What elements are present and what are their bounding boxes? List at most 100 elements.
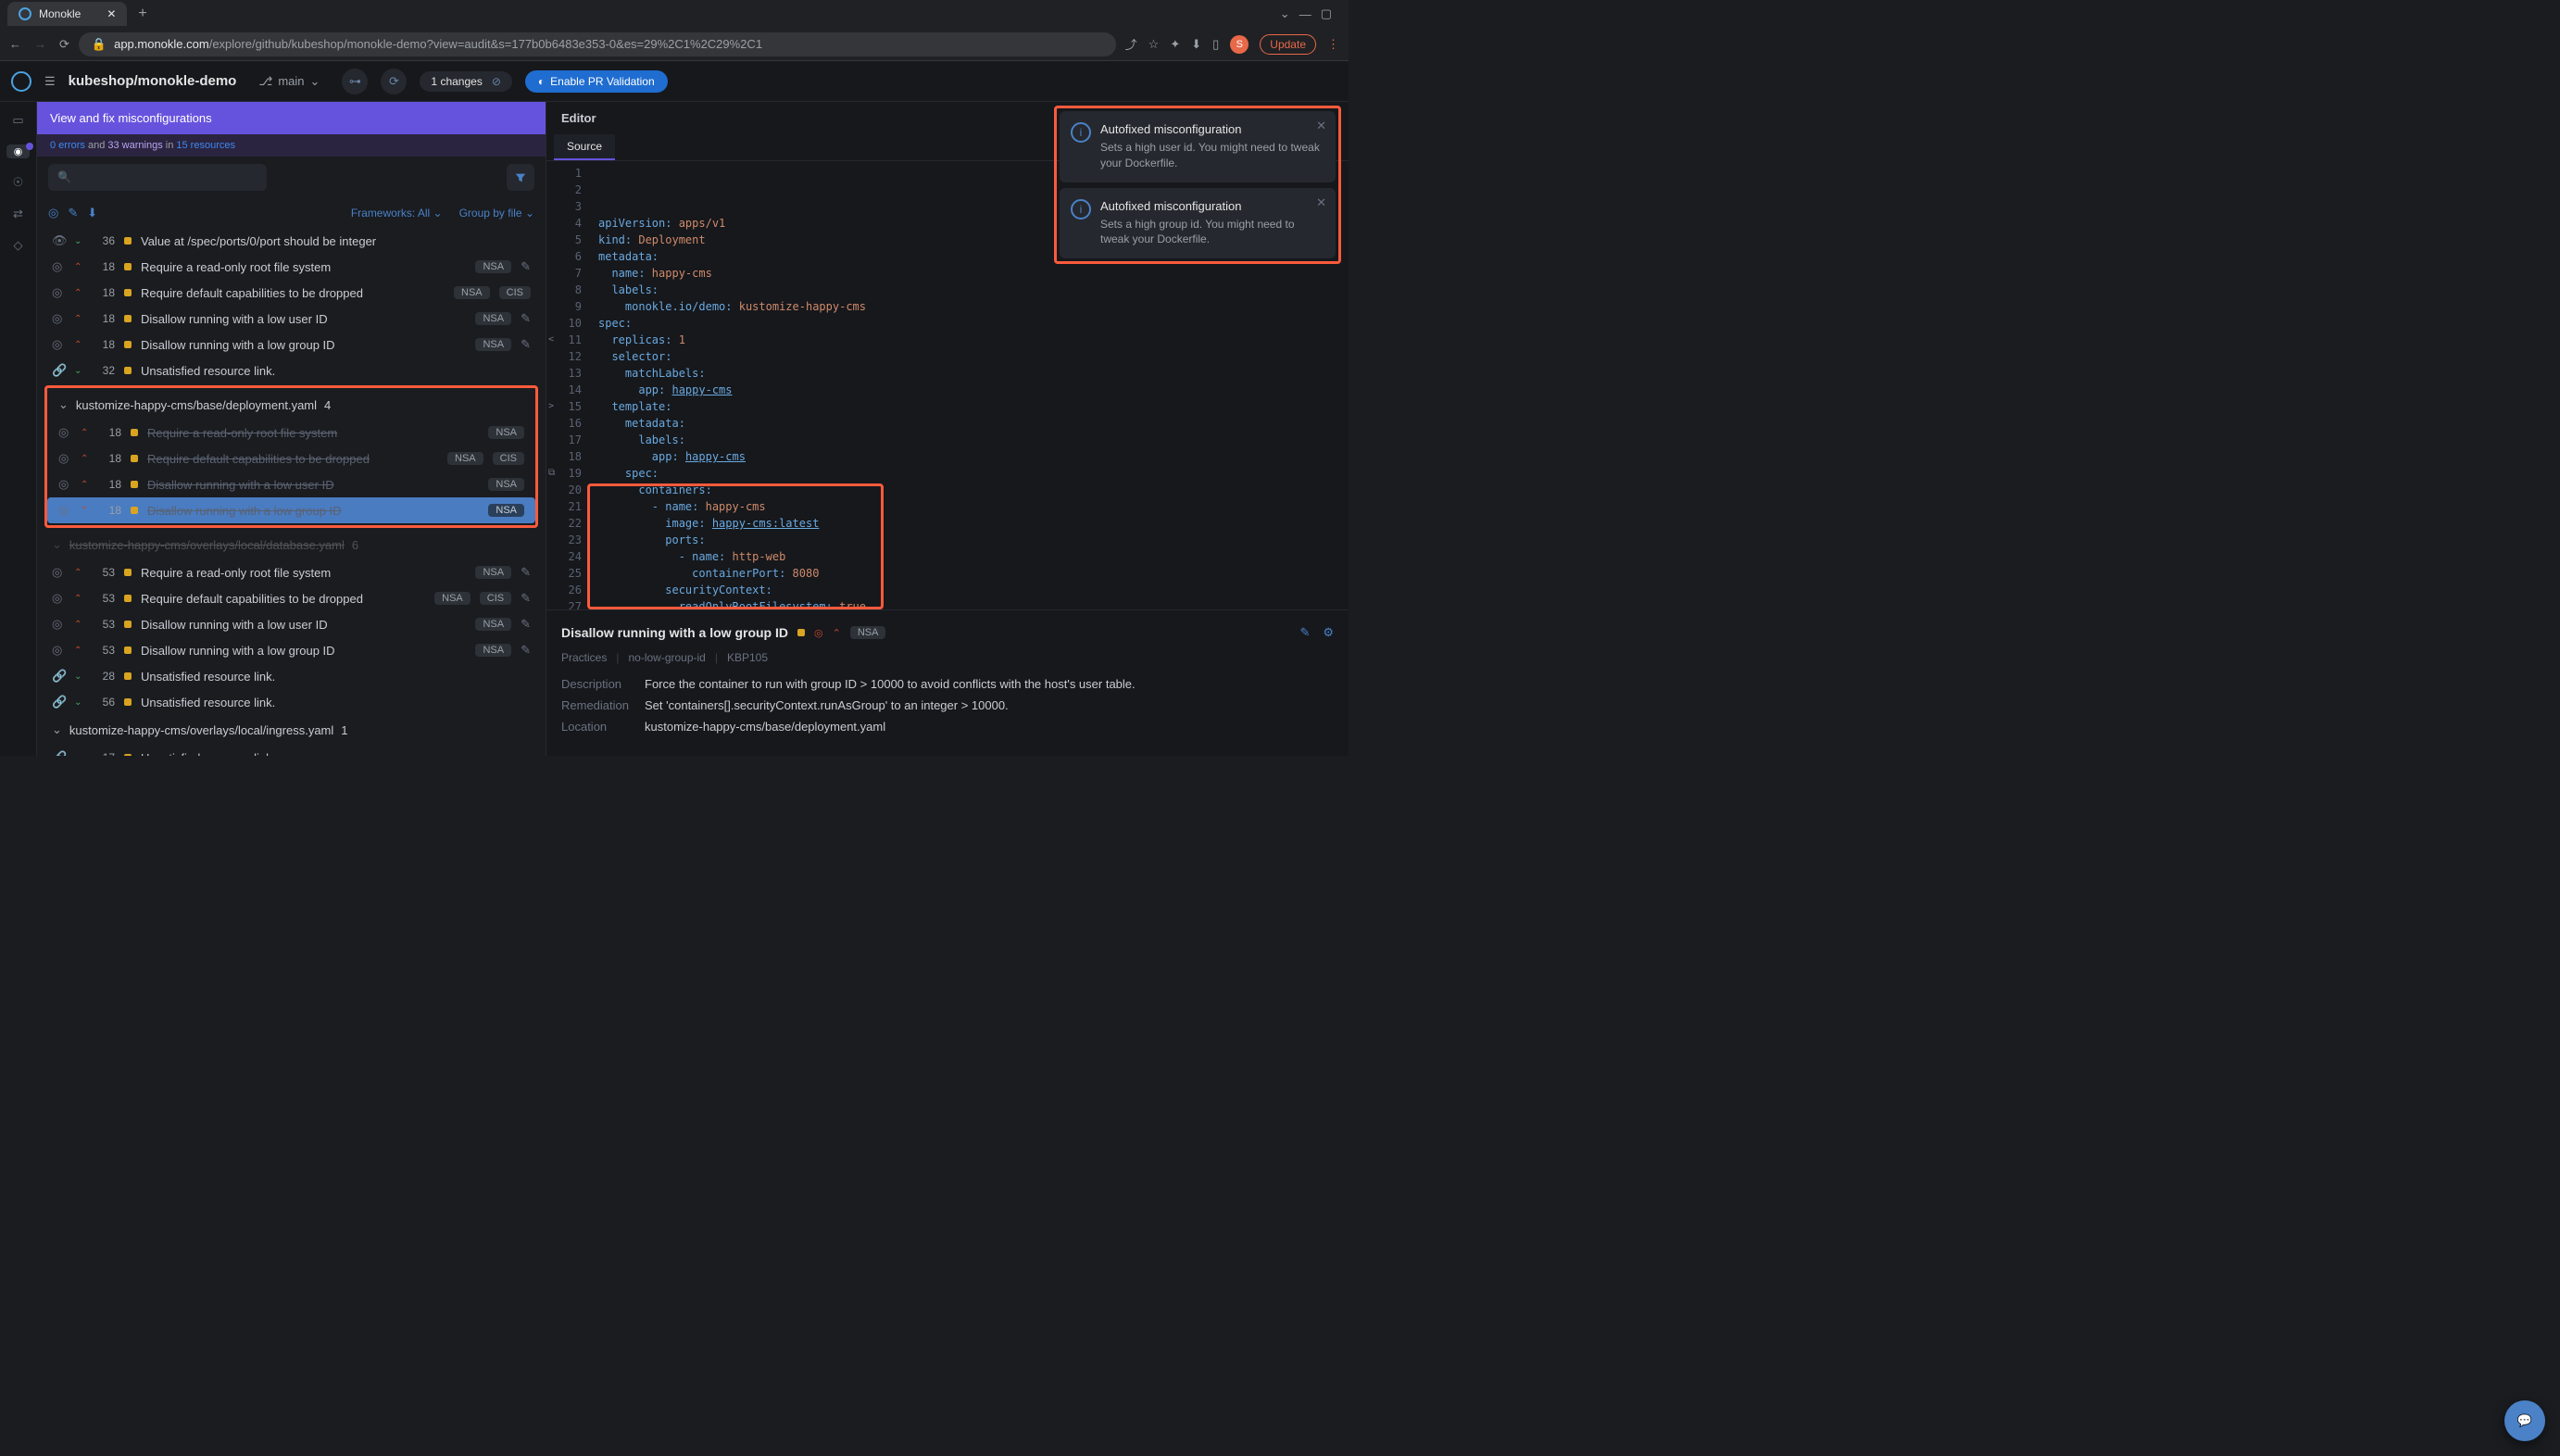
chevron-icon: ⌃ (74, 646, 83, 656)
frameworks-dropdown[interactable]: Frameworks: All ⌄ (351, 207, 443, 220)
panel-icon[interactable]: ▯ (1212, 37, 1219, 52)
autofix-icon[interactable]: ✎ (521, 591, 531, 606)
browser-tab[interactable]: Monokle ✕ (7, 2, 127, 26)
audit-icon[interactable]: ◉ (6, 144, 31, 158)
back-icon[interactable]: ← (9, 37, 21, 52)
violation-row[interactable]: ◎ ⌃ 18 Require a read-only root file sys… (41, 254, 542, 280)
warning-count: 33 warnings (107, 140, 162, 151)
framework-badge: NSA (475, 260, 511, 273)
violation-row[interactable]: ◎ ⌃ 18 Require default capabilities to b… (47, 446, 535, 471)
toast-container: i Autofixed misconfiguration Sets a high… (1054, 106, 1341, 264)
breadcrumb-item[interactable]: no-low-group-id (628, 651, 705, 664)
violation-row[interactable]: 🔗 ⌄ 56 Unsatisfied resource link. (41, 689, 542, 715)
compare-icon[interactable]: ⇄ (13, 207, 23, 221)
chevron-icon: ⌃ (81, 480, 90, 490)
group-header[interactable]: ⌄ kustomize-happy-cms/overlays/local/ing… (41, 715, 542, 745)
profile-avatar[interactable]: S (1230, 35, 1249, 54)
close-icon[interactable]: ✕ (1316, 119, 1326, 133)
app-logo[interactable] (11, 71, 31, 92)
autofix-icon[interactable]: ✎ (521, 337, 531, 352)
violation-row[interactable]: ◎ ⌃ 53 Disallow running with a low group… (41, 637, 542, 663)
severity-dot (124, 595, 132, 602)
autofix-icon[interactable]: ✎ (521, 643, 531, 658)
search-input[interactable] (48, 164, 267, 191)
framework-badge: NSA (488, 504, 524, 517)
gear-icon[interactable]: ⚙ (1323, 625, 1334, 640)
info-icon: i (1071, 122, 1091, 143)
maximize-window-icon[interactable]: ▢ (1321, 6, 1332, 21)
wand-icon[interactable]: ✎ (68, 206, 78, 220)
branch-selector[interactable]: ⎇ main ⌄ (249, 70, 329, 93)
changes-indicator[interactable]: 1 changes ⊘ (420, 71, 511, 92)
branch-label: main (278, 74, 304, 88)
download-icon[interactable]: ⬇ (1191, 37, 1201, 52)
breadcrumb-item[interactable]: Practices (561, 651, 607, 664)
extensions-icon[interactable]: ✦ (1170, 37, 1180, 52)
violation-row[interactable]: ◎ ⌃ 18 Require a read-only root file sys… (47, 420, 535, 446)
framework-badge: CIS (480, 592, 511, 605)
editor-tab-source[interactable]: Source (554, 134, 615, 160)
menu-dots-icon[interactable]: ⋮ (1327, 37, 1339, 52)
app-header: ☰ kubeshop/monokle-demo ⎇ main ⌄ ⊶ ⟳ 1 c… (0, 61, 1349, 102)
close-icon[interactable]: ✕ (1316, 195, 1326, 210)
violation-row[interactable]: ◎ ⌃ 18 Disallow running with a low group… (41, 332, 542, 358)
chat-bubble-button[interactable]: 💬 (2504, 1400, 2545, 1441)
groupby-dropdown[interactable]: Group by file ⌄ (459, 207, 534, 220)
close-tab-icon[interactable]: ✕ (107, 7, 116, 20)
reload-icon[interactable]: ⟳ (59, 37, 69, 52)
violation-row[interactable]: 🔗 ⌄ 17 Unsatisfied resource link. (41, 745, 542, 756)
address-bar[interactable]: 🔒 app.monokle.com/explore/github/kubesho… (79, 32, 1116, 56)
forward-icon[interactable]: → (34, 37, 46, 52)
target-icon: ◎ (58, 477, 71, 492)
bookmark-icon[interactable]: ☆ (1148, 37, 1160, 52)
share-icon[interactable]: ⤴ (1125, 35, 1137, 53)
minimize-window-icon[interactable]: — (1299, 7, 1311, 21)
framework-badge: NSA (447, 452, 483, 465)
group-header[interactable]: ⌄ kustomize-happy-cms/base/deployment.ya… (47, 390, 535, 420)
violation-row[interactable]: ◎ ⌃ 18 Disallow running with a low user … (41, 306, 542, 332)
target-icon[interactable]: ◎ (48, 206, 58, 220)
autofix-icon[interactable]: ✎ (521, 617, 531, 632)
group-path: kustomize-happy-cms/base/deployment.yaml (76, 398, 317, 412)
filter-button[interactable] (507, 164, 534, 191)
detail-breadcrumb: Practices | no-low-group-id | KBP105 (561, 651, 1334, 664)
violation-row[interactable]: ◎ ⌃ 18 Disallow running with a low group… (47, 497, 535, 523)
violation-row[interactable]: ◎ ⌃ 18 Disallow running with a low user … (47, 471, 535, 497)
graph-view-icon[interactable]: ☉ (13, 175, 24, 190)
violation-row[interactable]: 🔗 ⌄ 32 Unsatisfied resource link. (41, 358, 542, 383)
autofix-icon[interactable]: ✎ (521, 259, 531, 274)
edit-icon[interactable]: ✎ (1299, 625, 1310, 640)
violation-row[interactable]: ◎ ⌃ 53 Disallow running with a low user … (41, 611, 542, 637)
group-count: 1 (341, 723, 347, 737)
settings-icon[interactable]: ◇ (14, 238, 23, 253)
violation-row[interactable]: ◎ ⌃ 18 Require default capabilities to b… (41, 280, 542, 306)
violation-row[interactable]: ◎ ⌃ 53 Require a read-only root file sys… (41, 559, 542, 585)
group-header[interactable]: ⌄ kustomize-happy-cms/overlays/local/dat… (41, 530, 542, 559)
update-button[interactable]: Update (1260, 34, 1316, 55)
chevron-icon: ⌃ (74, 314, 83, 324)
chevron-icon: ⌃ (74, 340, 83, 350)
chevron-down-icon: ⌄ (52, 537, 62, 552)
framework-badge: NSA (454, 286, 490, 299)
severity-dot (131, 507, 138, 514)
autofix-icon[interactable]: ✎ (521, 565, 531, 580)
chevron-down-icon[interactable]: ⌄ (1280, 6, 1290, 21)
severity-dot (124, 621, 132, 628)
panel-banner: View and fix misconfigurations (37, 102, 546, 134)
violation-row[interactable]: ◎ ⌃ 53 Require default capabilities to b… (41, 585, 542, 611)
new-tab-button[interactable]: + (138, 6, 146, 22)
url-domain: app.monokle.com (114, 37, 209, 51)
autofix-icon[interactable]: ✎ (521, 311, 531, 326)
hamburger-icon[interactable]: ☰ (44, 74, 56, 89)
breadcrumb-item[interactable]: KBP105 (727, 651, 768, 664)
chevron-icon: ⌄ (74, 753, 83, 757)
file-explorer-icon[interactable]: ▭ (12, 113, 23, 128)
violation-row[interactable]: 👁 ⌄ 36 Value at /spec/ports/0/port shoul… (41, 228, 542, 254)
graph-icon[interactable]: ⊶ (342, 69, 368, 94)
enable-pr-validation-button[interactable]: ◐ Enable PR Validation (525, 70, 668, 93)
download-icon[interactable]: ⬇ (87, 206, 97, 220)
sync-icon[interactable]: ⟳ (381, 69, 407, 94)
chevron-up-icon[interactable]: ⌃ (833, 627, 841, 639)
chevron-icon: ⌃ (74, 568, 83, 578)
violation-row[interactable]: 🔗 ⌄ 28 Unsatisfied resource link. (41, 663, 542, 689)
